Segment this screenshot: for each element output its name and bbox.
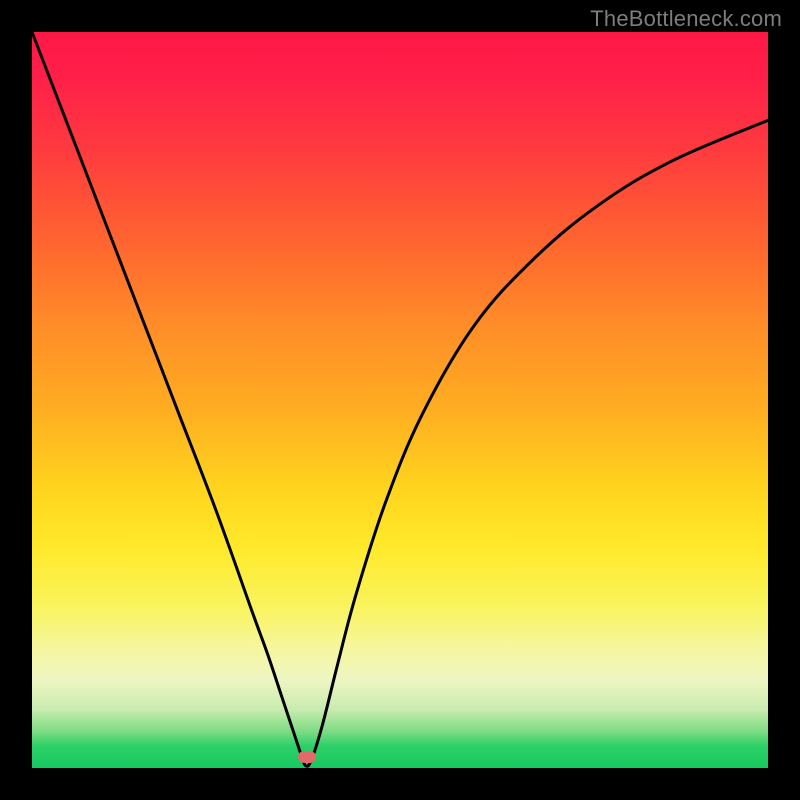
curve-path (32, 32, 768, 766)
bottleneck-curve (32, 32, 768, 768)
optimal-marker (298, 751, 316, 763)
plot-area (32, 32, 768, 768)
chart-frame: TheBottleneck.com (0, 0, 800, 800)
watermark-text: TheBottleneck.com (590, 6, 782, 32)
